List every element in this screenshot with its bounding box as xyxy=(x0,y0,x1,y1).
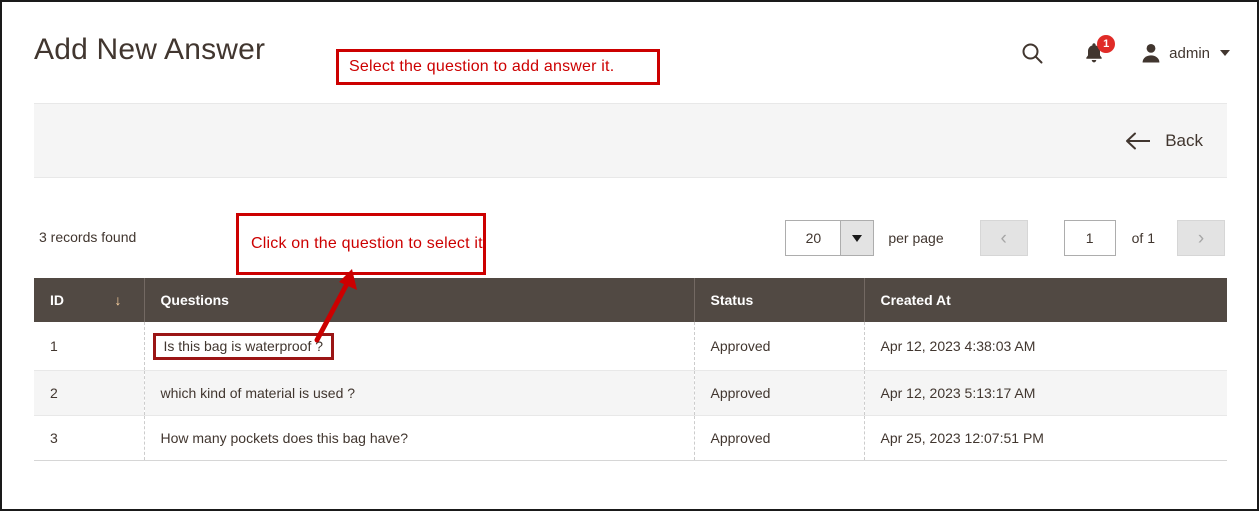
column-header-questions[interactable]: Questions xyxy=(144,278,695,322)
previous-page-button[interactable]: ‹ xyxy=(979,220,1028,256)
table-row[interactable]: 1 Is this bag is waterproof ? Approved A… xyxy=(34,322,1227,371)
annotation-select-question-text: Select the question to add answer it. xyxy=(349,58,615,75)
column-header-created-at-label: Created At xyxy=(880,292,951,308)
header-actions: 1 admin xyxy=(1015,35,1230,70)
page-title: Add New Answer xyxy=(34,33,266,66)
next-page-button[interactable]: › xyxy=(1177,220,1225,256)
total-pages-label: of 1 xyxy=(1131,230,1155,246)
column-header-questions-label: Questions xyxy=(160,292,229,308)
user-icon xyxy=(1142,44,1160,63)
cell-question[interactable]: Is this bag is waterproof ? xyxy=(144,322,695,371)
cell-status: Approved xyxy=(694,370,865,416)
caret-down-icon xyxy=(852,234,863,242)
per-page-label: per page xyxy=(888,230,944,246)
app-screen: Add New Answer 1 admin Back 3 records fo… xyxy=(0,0,1259,511)
table-head: ID ↓ Questions Status Created At xyxy=(34,278,1227,322)
per-page-value: 20 xyxy=(786,221,841,255)
cell-created-at: Apr 25, 2023 12:07:51 PM xyxy=(864,415,1227,461)
per-page-dropdown-arrow[interactable] xyxy=(840,221,874,255)
cell-created-at: Apr 12, 2023 5:13:17 AM xyxy=(864,370,1227,416)
column-header-status-label: Status xyxy=(710,292,754,308)
column-header-status[interactable]: Status xyxy=(694,278,865,322)
grid-controls: 3 records found 20 per page ‹ of 1 › xyxy=(34,208,1227,268)
question-link[interactable]: which kind of material is used ? xyxy=(161,385,356,401)
pagination: 20 per page ‹ of 1 › xyxy=(785,218,1225,258)
table-row[interactable]: 3 How many pockets does this bag have? A… xyxy=(34,415,1227,461)
search-glyph xyxy=(1022,43,1043,64)
annotation-select-question: Select the question to add answer it. xyxy=(336,49,660,85)
chevron-right-icon: › xyxy=(1197,227,1205,249)
page-actions-toolbar: Back xyxy=(34,103,1227,178)
annotation-click-question-text: Click on the question to select it xyxy=(251,235,483,252)
cell-id: 2 xyxy=(34,370,145,416)
cell-id: 1 xyxy=(34,322,145,371)
cell-status: Approved xyxy=(694,322,865,371)
annotation-click-question: Click on the question to select it xyxy=(236,213,486,275)
table-body: 1 Is this bag is waterproof ? Approved A… xyxy=(34,322,1227,461)
cell-id: 3 xyxy=(34,415,145,461)
arrow-down-icon: ↓ xyxy=(114,292,122,308)
user-menu[interactable]: admin xyxy=(1141,42,1230,64)
chevron-down-icon xyxy=(1220,50,1230,56)
user-name: admin xyxy=(1169,44,1210,62)
question-link[interactable]: Is this bag is waterproof ? xyxy=(152,333,335,360)
records-found-label: 3 records found xyxy=(39,229,137,245)
column-header-id-label: ID xyxy=(50,292,64,308)
arrow-left-icon xyxy=(1126,132,1151,149)
chevron-left-icon: ‹ xyxy=(1000,227,1007,249)
table-header-row: ID ↓ Questions Status Created At xyxy=(34,278,1227,322)
cell-status: Approved xyxy=(694,415,865,461)
notification-badge: 1 xyxy=(1097,35,1116,53)
table-row[interactable]: 2 which kind of material is used ? Appro… xyxy=(34,370,1227,416)
column-header-created-at[interactable]: Created At xyxy=(864,278,1227,322)
questions-table: ID ↓ Questions Status Created At 1 Is th… xyxy=(34,278,1227,461)
back-label: Back xyxy=(1165,130,1203,150)
search-icon[interactable] xyxy=(1015,36,1049,70)
cell-question[interactable]: How many pockets does this bag have? xyxy=(144,415,695,461)
per-page-select[interactable]: 20 xyxy=(785,220,875,256)
question-link[interactable]: How many pockets does this bag have? xyxy=(161,430,408,446)
column-header-id[interactable]: ID ↓ xyxy=(34,278,145,322)
page-number-input[interactable] xyxy=(1063,220,1116,256)
back-button[interactable]: Back xyxy=(1123,127,1205,155)
cell-question[interactable]: which kind of material is used ? xyxy=(144,370,695,416)
cell-created-at: Apr 12, 2023 4:38:03 AM xyxy=(864,322,1227,371)
notifications-button[interactable]: 1 xyxy=(1077,35,1116,70)
